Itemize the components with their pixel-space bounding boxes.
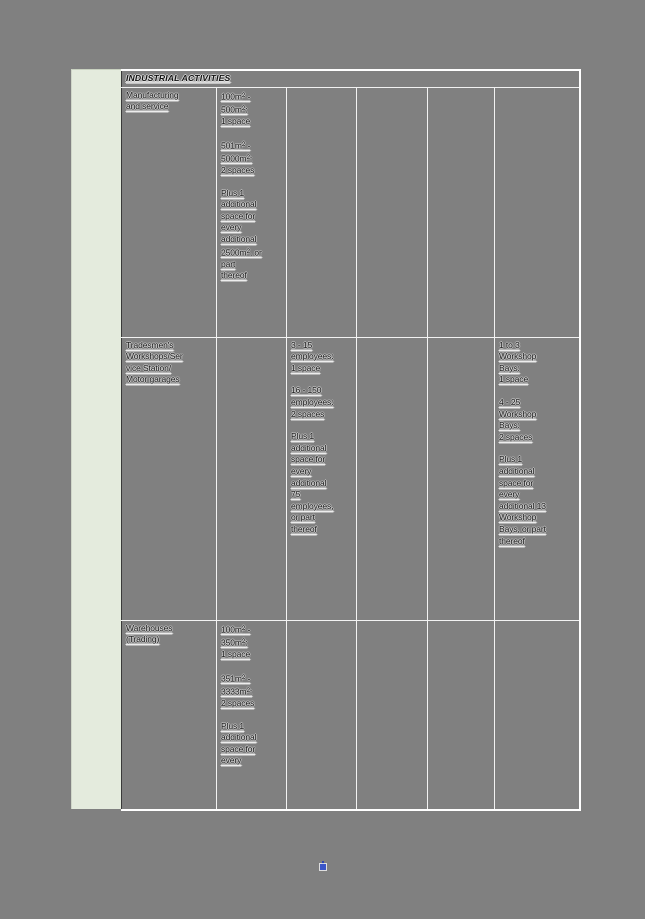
workshop-bays-band-2: 4 - 25 Workshop Bays: 2 spaces: [499, 396, 537, 442]
activity-label: Manufacturing and service: [126, 89, 179, 112]
activity-label: Warehouses (Trading): [126, 622, 173, 645]
cell-workshopbays-warehouses: [494, 620, 580, 811]
table-row: Warehouses (Trading) 100m2 - 350m2: 1 sp…: [121, 620, 580, 811]
cell-col5-tradesmens: [427, 337, 495, 621]
page-left-margin-strip: [71, 69, 122, 809]
cell-workshopbays-tradesmens: 1 to 3 Workshop Bays: 1 space 4 - 25 Wor…: [494, 337, 580, 621]
cell-col4-manufacturing: [356, 87, 428, 338]
floor-area-band-1: 100m2 - 350m2: 1 space: [221, 624, 251, 659]
cell-workshopbays-manufacturing: [494, 87, 580, 338]
cell-activity-warehouses: Warehouses (Trading): [121, 620, 217, 811]
caret-blob: [320, 864, 326, 870]
workshop-bays-band-1: 1 to 3 Workshop Bays: 1 space: [499, 339, 537, 385]
employees-band-1: 3 - 15 employees: 1 space: [291, 339, 334, 373]
table-row: Tradesmen's Workshops/Ser vice Station/ …: [121, 337, 580, 621]
cell-employees-warehouses: [286, 620, 357, 811]
cell-activity-manufacturing: Manufacturing and service: [121, 87, 217, 338]
section-title: INDUSTRIAL ACTIVITIES: [126, 73, 231, 83]
parking-requirements-table: INDUSTRIAL ACTIVITIES Manufacturing and …: [121, 69, 581, 812]
floor-area-band-1: 100m2 - 500m2: 1 space: [221, 91, 251, 126]
floor-area-band-3: Plus 1 additional space for every additi…: [221, 187, 262, 281]
cell-employees-tradesmens: 3 - 15 employees: 1 space 16 - 150 emplo…: [286, 337, 357, 621]
cell-employees-manufacturing: [286, 87, 357, 338]
floor-area-band-2: 351m2 - 3333m2: 2 spaces: [221, 673, 255, 708]
text-caret-icon: [319, 861, 327, 871]
workshop-bays-band-3: Plus 1 additional space for every additi…: [499, 454, 546, 546]
cell-floorarea-warehouses: 100m2 - 350m2: 1 space 351m2 - 3333m2: 2…: [216, 620, 287, 811]
floor-area-band-2: 501m2 - 5000m2: 2 spaces: [221, 140, 255, 175]
table-section-header-row: INDUSTRIAL ACTIVITIES: [121, 70, 580, 88]
cell-col4-tradesmens: [356, 337, 428, 621]
employees-band-2: 16 - 150 employees: 2 spaces: [291, 385, 334, 419]
section-header-cell: INDUSTRIAL ACTIVITIES: [121, 70, 580, 88]
cell-floorarea-tradesmens: [216, 337, 287, 621]
activity-label: Tradesmen's Workshops/Ser vice Station/ …: [126, 339, 183, 385]
cell-col5-manufacturing: [427, 87, 495, 338]
cell-activity-tradesmens: Tradesmen's Workshops/Ser vice Station/ …: [121, 337, 217, 621]
cell-floorarea-manufacturing: 100m2 - 500m2: 1 space 501m2 - 5000m2: 2…: [216, 87, 287, 338]
cell-col5-warehouses: [427, 620, 495, 811]
floor-area-band-3: Plus 1 additional space for every: [221, 720, 257, 766]
table-row: Manufacturing and service 100m2 - 500m2:…: [121, 87, 580, 338]
cell-col4-warehouses: [356, 620, 428, 811]
employees-band-3: Plus 1 additional space for every additi…: [291, 431, 334, 534]
document-page: INDUSTRIAL ACTIVITIES Manufacturing and …: [0, 0, 645, 919]
